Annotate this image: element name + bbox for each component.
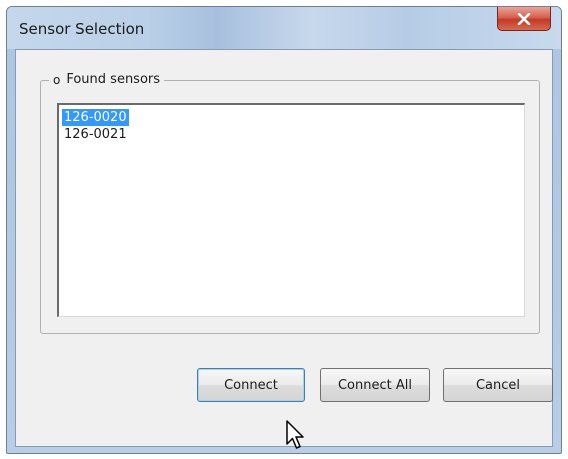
sensor-selection-dialog: Sensor Selection o Found sensors 126-002… [6, 6, 562, 454]
legend-bullet: o [53, 72, 61, 87]
cancel-button[interactable]: Cancel [443, 368, 553, 402]
connect-button[interactable]: Connect [197, 368, 305, 402]
title-bar[interactable]: Sensor Selection [7, 7, 561, 49]
window-title: Sensor Selection [19, 20, 145, 38]
list-item[interactable]: 126-0021 [62, 126, 129, 143]
close-button[interactable] [497, 7, 551, 31]
list-item[interactable]: 126-0020 [62, 109, 129, 126]
close-icon [517, 12, 531, 25]
sensor-listbox[interactable]: 126-0020 126-0021 [57, 103, 525, 317]
connect-all-button[interactable]: Connect All [320, 368, 430, 402]
found-sensors-group: o Found sensors 126-0020 126-0021 [40, 72, 540, 334]
group-legend: o Found sensors [49, 72, 165, 87]
group-title: Found sensors [66, 72, 161, 87]
